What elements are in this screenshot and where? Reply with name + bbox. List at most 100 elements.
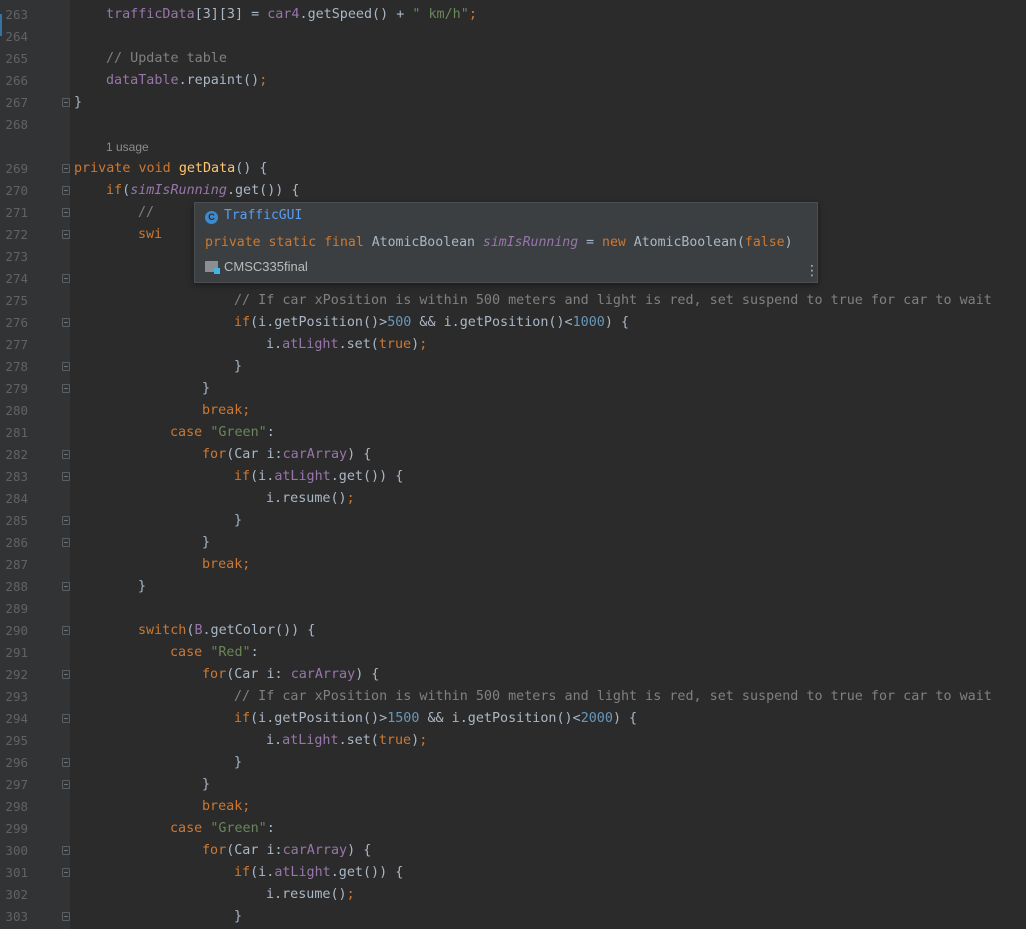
code-editor[interactable]: 263 trafficData[3][3] = car4.getSpeed() +… — [0, 0, 1026, 929]
fold-marker-icon[interactable] — [62, 868, 70, 877]
code-token: ) — [411, 733, 420, 748]
code-text: switch(B.getColor()) { — [138, 620, 315, 642]
fold-marker-icon[interactable] — [62, 846, 70, 855]
code-line[interactable]: 264 — [0, 26, 1026, 48]
fold-marker-icon[interactable] — [62, 912, 70, 921]
code-token: .set( — [338, 337, 379, 352]
more-options-icon[interactable]: ⋮ — [805, 264, 819, 278]
code-token: carArray — [282, 843, 348, 858]
line-number: 286 — [5, 535, 28, 550]
code-line[interactable]: 279} — [0, 378, 1026, 400]
line-number: 281 — [5, 425, 28, 440]
code-line[interactable]: 266 dataTable.repaint(); — [0, 70, 1026, 92]
code-line[interactable]: 300 for(Car i:carArray) { — [0, 840, 1026, 862]
code-token: case — [170, 645, 211, 660]
code-line[interactable]: 302 i.resume(); — [0, 884, 1026, 906]
fold-marker-icon[interactable] — [62, 164, 70, 173]
code-token: atLight — [282, 337, 339, 352]
code-line[interactable]: 277 i.atLight.set(true); — [0, 334, 1026, 356]
line-number: 296 — [5, 755, 28, 770]
code-token: i. — [266, 733, 283, 748]
code-token: ; — [419, 733, 428, 748]
code-text: } — [138, 576, 146, 598]
code-token: .repaint() — [178, 73, 260, 88]
code-token: break; — [202, 557, 251, 572]
fold-marker-icon[interactable] — [62, 670, 70, 679]
code-line[interactable]: 290 switch(B.getColor()) { — [0, 620, 1026, 642]
code-line[interactable]: 281 case "Green": — [0, 422, 1026, 444]
fold-marker-icon[interactable] — [62, 230, 70, 239]
module-icon — [205, 261, 220, 274]
code-line[interactable]: 275 // If car xPosition is within 500 met… — [0, 290, 1026, 312]
code-line[interactable]: 263 trafficData[3][3] = car4.getSpeed() +… — [0, 4, 1026, 26]
code-line[interactable]: 301 if(i.atLight.get()) { — [0, 862, 1026, 884]
fold-marker-icon[interactable] — [62, 318, 70, 327]
fold-marker-icon[interactable] — [62, 758, 70, 767]
fold-marker-icon[interactable] — [62, 626, 70, 635]
code-line[interactable]: 276 if(i.getPosition()>500 && i.getPositi… — [0, 312, 1026, 334]
code-line[interactable]: 283 if(i.atLight.get()) { — [0, 466, 1026, 488]
code-line[interactable]: 287 break; — [0, 554, 1026, 576]
line-number: 292 — [5, 667, 28, 682]
fold-marker-icon[interactable] — [62, 472, 70, 481]
fold-marker-icon[interactable] — [62, 582, 70, 591]
fold-marker-icon[interactable] — [62, 516, 70, 525]
code-line[interactable]: 293 // If car xPosition is within 500 met… — [0, 686, 1026, 708]
code-line[interactable]: 303} — [0, 906, 1026, 928]
popup-module-name: CMSC335final — [224, 259, 308, 274]
code-line[interactable]: 269 private void getData() { — [0, 158, 1026, 180]
code-token: "Green" — [210, 821, 267, 836]
decl-assign: = — [578, 235, 602, 250]
code-token: if — [106, 183, 123, 198]
fold-marker-icon[interactable] — [62, 780, 70, 789]
fold-marker-icon[interactable] — [62, 538, 70, 547]
code-line[interactable]: 270 if(simIsRunning.get()) { — [0, 180, 1026, 202]
code-line[interactable]: 295 i.atLight.set(true); — [0, 730, 1026, 752]
fold-marker-icon[interactable] — [62, 362, 70, 371]
code-token: .get()) { — [330, 469, 404, 484]
popup-class-name[interactable]: TrafficGUI — [224, 208, 302, 223]
code-line[interactable]: 289 — [0, 598, 1026, 620]
fold-marker-icon[interactable] — [62, 274, 70, 283]
code-line[interactable]: 280 break; — [0, 400, 1026, 422]
code-line[interactable]: 267} — [0, 92, 1026, 114]
code-token: } — [202, 777, 211, 792]
fold-marker-icon[interactable] — [62, 208, 70, 217]
code-line[interactable]: 265 // Update table — [0, 48, 1026, 70]
code-line[interactable]: 298 break; — [0, 796, 1026, 818]
fold-marker-icon[interactable] — [62, 98, 70, 107]
code-token: getData — [178, 161, 236, 176]
code-token: ; — [346, 887, 355, 902]
code-text: if(i.getPosition()>1500 && i.getPosition… — [234, 708, 637, 730]
usage-hint[interactable]: 1 usage — [106, 139, 149, 155]
code-line[interactable]: 282 for(Car i:carArray) { — [0, 444, 1026, 466]
fold-marker-icon[interactable] — [62, 450, 70, 459]
popup-class-link[interactable]: C TrafficGUI — [205, 207, 302, 225]
code-token: 500 — [387, 315, 412, 330]
fold-marker-icon[interactable] — [62, 714, 70, 723]
code-token: carArray — [290, 667, 356, 682]
code-text: break; — [202, 554, 250, 576]
code-line[interactable]: 288} — [0, 576, 1026, 598]
line-number: 284 — [5, 491, 28, 506]
code-line[interactable]: 294 if(i.getPosition()>1500 && i.getPosit… — [0, 708, 1026, 730]
line-number: 274 — [5, 271, 28, 286]
code-line[interactable]: 285} — [0, 510, 1026, 532]
fold-marker-icon[interactable] — [62, 186, 70, 195]
code-text: } — [202, 774, 210, 796]
code-line[interactable]: 299 case "Green": — [0, 818, 1026, 840]
fold-marker-icon[interactable] — [62, 384, 70, 393]
code-token: atLight — [274, 865, 331, 880]
code-line[interactable]: 291 case "Red": — [0, 642, 1026, 664]
code-line[interactable]: 286} — [0, 532, 1026, 554]
code-line[interactable]: 297} — [0, 774, 1026, 796]
code-token: ( — [122, 183, 131, 198]
code-line[interactable]: 284 i.resume(); — [0, 488, 1026, 510]
code-line[interactable]: 278} — [0, 356, 1026, 378]
line-number: 287 — [5, 557, 28, 572]
code-line[interactable]: 292 for(Car i: carArray) { — [0, 664, 1026, 686]
line-number: 279 — [5, 381, 28, 396]
code-line[interactable]: 296} — [0, 752, 1026, 774]
code-line[interactable]: 268 — [0, 114, 1026, 136]
quick-documentation-popup[interactable]: C TrafficGUI private static final AtomicB… — [194, 202, 819, 283]
